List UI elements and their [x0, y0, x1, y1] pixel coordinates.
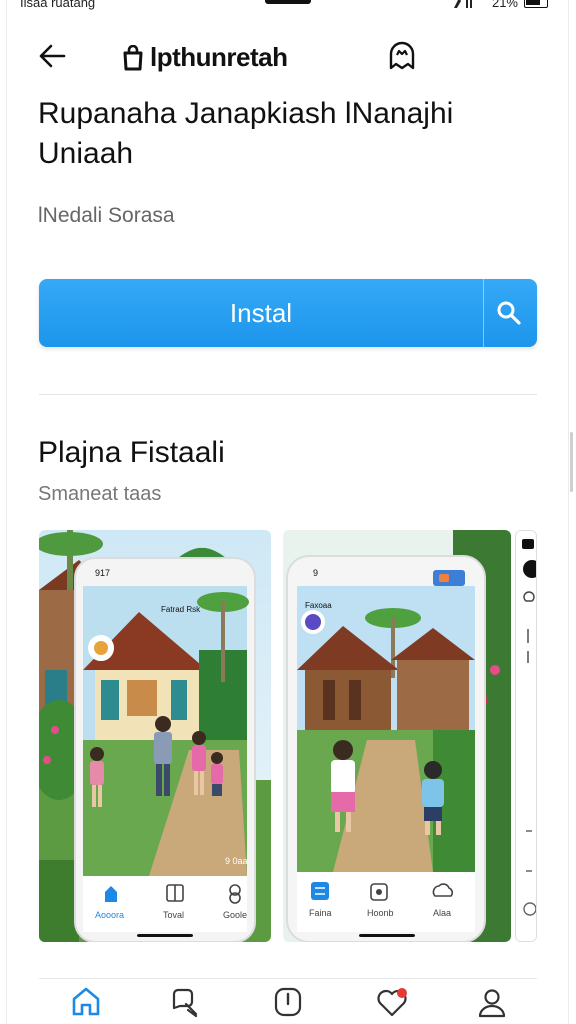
shot2-tab-1: Faina	[309, 908, 332, 918]
developer-name[interactable]: lNedali Sorasa	[38, 204, 175, 228]
screenshot-1[interactable]: 917 Fatrad Rsk 9 0aa Aooora Toval Goole	[39, 530, 271, 942]
preview-title: Plajna Fistaali	[38, 436, 225, 469]
battery-percent: 21%	[491, 0, 518, 10]
shot1-caption: 9 0aa	[225, 856, 248, 866]
info-icon[interactable]	[270, 984, 306, 1020]
shot2-tab-2: Hoonb	[367, 908, 394, 918]
shot1-tab-1: Aooora	[95, 910, 124, 920]
top-bar: lpthunretah	[0, 30, 576, 82]
battery-icon	[524, 0, 548, 8]
shot2-status-time: 9	[313, 568, 318, 578]
screenshot-3-scene	[516, 531, 536, 941]
search-icon[interactable]	[495, 299, 523, 327]
screenshot-3[interactable]	[515, 530, 537, 942]
install-button[interactable]: Instal	[39, 279, 537, 347]
preview-subtitle: Smaneat taas	[38, 483, 162, 505]
brand: lpthunretah	[122, 42, 288, 73]
app-title: Rupanaha Janapkiash lNanajhi Uniaah	[38, 97, 454, 170]
ghost-profile-icon[interactable]	[386, 40, 418, 72]
notification-badge	[397, 988, 407, 998]
shot1-tab-2: Toval	[163, 910, 184, 920]
screenshot-gallery[interactable]: 917 Fatrad Rsk 9 0aa Aooora Toval Goole	[39, 530, 537, 942]
status-left-text: Ilsaa ruatang	[20, 0, 96, 10]
bottom-nav	[0, 980, 576, 1024]
right-edge	[568, 0, 569, 1024]
profile-icon[interactable]	[474, 984, 510, 1020]
back-arrow-icon[interactable]	[36, 40, 68, 72]
store-bag-icon	[123, 44, 143, 70]
shot2-header: Faxoaa	[305, 601, 332, 610]
shot1-status-time: 917	[95, 568, 110, 578]
status-bar: Ilsaa ruatang 21%	[0, 0, 576, 14]
scrollbar[interactable]	[570, 432, 573, 492]
shot2-tab-3: Alaa	[433, 908, 451, 918]
screenshot-2-scene: 9 Faxoaa Faina Hoonb Alaa	[283, 530, 511, 942]
reviews-icon[interactable]	[168, 984, 204, 1020]
signal-icon	[453, 0, 472, 8]
shot1-header: Fatrad Rsk	[161, 605, 201, 614]
install-label: Instal	[229, 298, 293, 328]
bottom-divider	[39, 978, 537, 979]
screenshot-1-scene: 917 Fatrad Rsk 9 0aa Aooora Toval Goole	[39, 530, 271, 942]
notch	[265, 0, 311, 4]
shot1-tab-3: Goole	[223, 910, 247, 920]
install-divider	[483, 279, 484, 347]
status-right: 21%	[452, 0, 548, 10]
home-icon[interactable]	[68, 984, 104, 1020]
favorites-icon[interactable]	[374, 984, 410, 1020]
brand-title: lpthunretah	[150, 42, 288, 72]
screenshot-2[interactable]: 9 Faxoaa Faina Hoonb Alaa	[283, 530, 511, 942]
left-edge	[6, 0, 7, 1024]
section-divider	[39, 394, 537, 395]
